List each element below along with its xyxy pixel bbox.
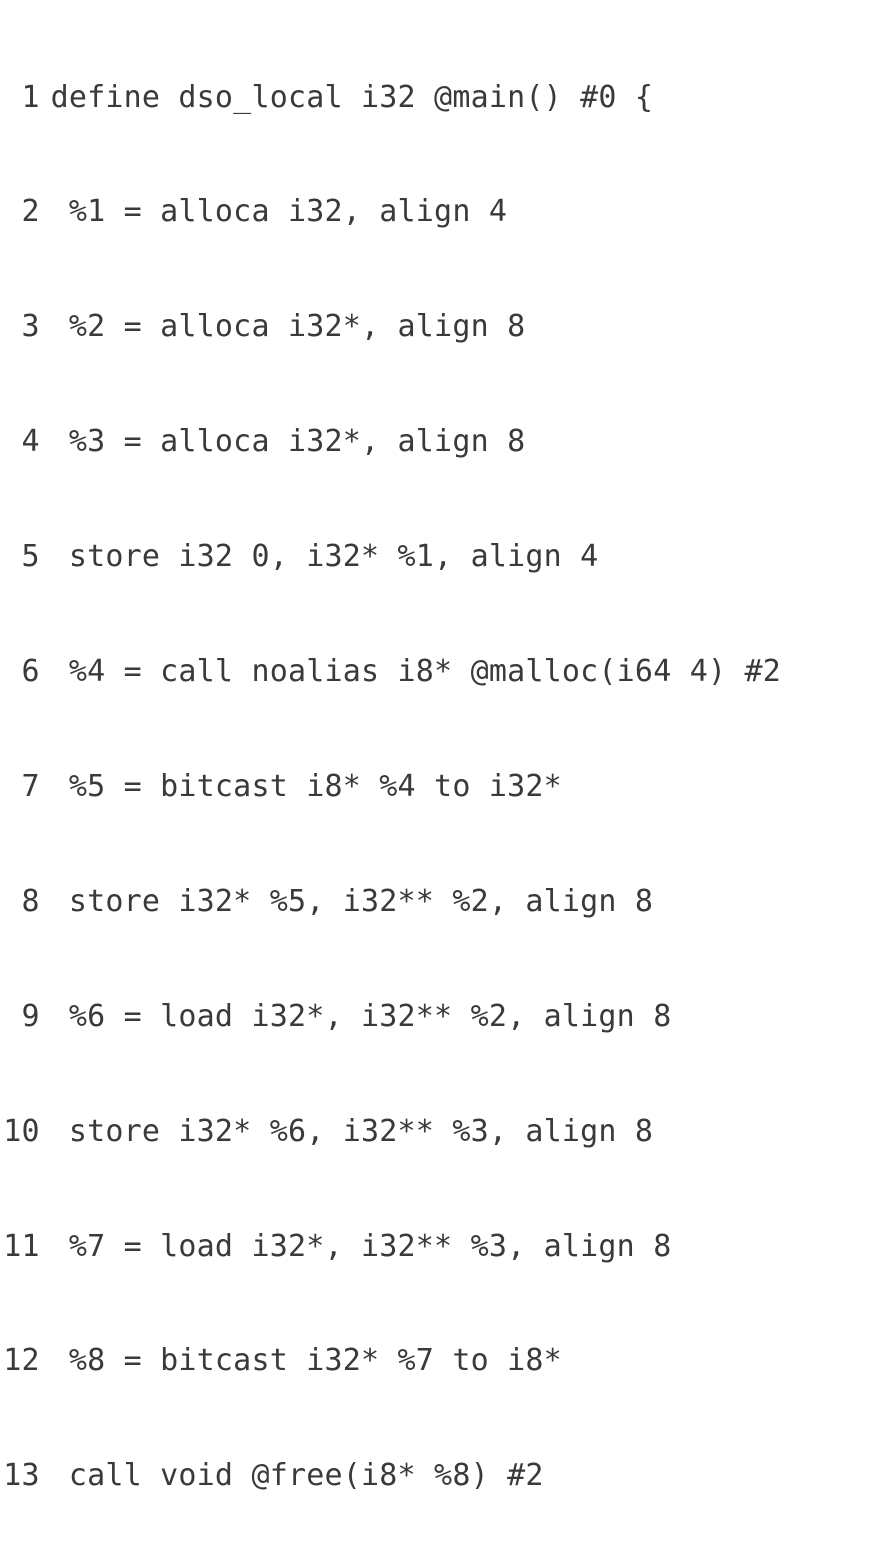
line-number: 2 (0, 193, 51, 231)
code-line: 1define dso_local i32 @main() #0 { (0, 79, 890, 117)
code-line: 4 %3 = alloca i32*, align 8 (0, 423, 890, 461)
line-source: %3 = alloca i32*, align 8 (51, 423, 526, 461)
code-line: 8 store i32* %5, i32** %2, align 8 (0, 883, 890, 921)
line-number: 13 (0, 1457, 51, 1495)
code-line: 5 store i32 0, i32* %1, align 4 (0, 538, 890, 576)
line-number: 7 (0, 768, 51, 806)
line-number: 1 (0, 79, 51, 117)
code-line: 7 %5 = bitcast i8* %4 to i32* (0, 768, 890, 806)
line-number: 12 (0, 1342, 51, 1380)
line-source: %5 = bitcast i8* %4 to i32* (51, 768, 562, 806)
line-number: 5 (0, 538, 51, 576)
code-line: 3 %2 = alloca i32*, align 8 (0, 308, 890, 346)
line-source: store i32* %6, i32** %3, align 8 (51, 1113, 654, 1151)
code-line: 11 %7 = load i32*, i32** %3, align 8 (0, 1228, 890, 1266)
line-source: store i32 0, i32* %1, align 4 (51, 538, 599, 576)
line-source: store i32* %5, i32** %2, align 8 (51, 883, 654, 921)
code-line: 13 call void @free(i8* %8) #2 (0, 1457, 890, 1495)
line-source: %2 = alloca i32*, align 8 (51, 308, 526, 346)
line-number: 3 (0, 308, 51, 346)
line-source: %7 = load i32*, i32** %3, align 8 (51, 1228, 672, 1266)
line-source: %1 = alloca i32, align 4 (51, 193, 508, 231)
line-number: 6 (0, 653, 51, 691)
line-source: %6 = load i32*, i32** %2, align 8 (51, 998, 672, 1036)
line-number: 9 (0, 998, 51, 1036)
line-source: %4 = call noalias i8* @malloc(i64 4) #2 (51, 653, 781, 691)
line-number: 10 (0, 1113, 51, 1151)
line-source: call void @free(i8* %8) #2 (51, 1457, 544, 1495)
line-source: %8 = bitcast i32* %7 to i8* (51, 1342, 562, 1380)
code-line: 9 %6 = load i32*, i32** %2, align 8 (0, 998, 890, 1036)
code-line: 2 %1 = alloca i32, align 4 (0, 193, 890, 231)
line-source: define dso_local i32 @main() #0 { (51, 79, 654, 117)
code-line: 12 %8 = bitcast i32* %7 to i8* (0, 1342, 890, 1380)
line-number: 4 (0, 423, 51, 461)
llvm-ir-listing: 1define dso_local i32 @main() #0 { 2 %1 … (0, 0, 890, 1542)
line-number: 11 (0, 1228, 51, 1266)
code-line: 6 %4 = call noalias i8* @malloc(i64 4) #… (0, 653, 890, 691)
code-line: 10 store i32* %6, i32** %3, align 8 (0, 1113, 890, 1151)
line-number: 8 (0, 883, 51, 921)
